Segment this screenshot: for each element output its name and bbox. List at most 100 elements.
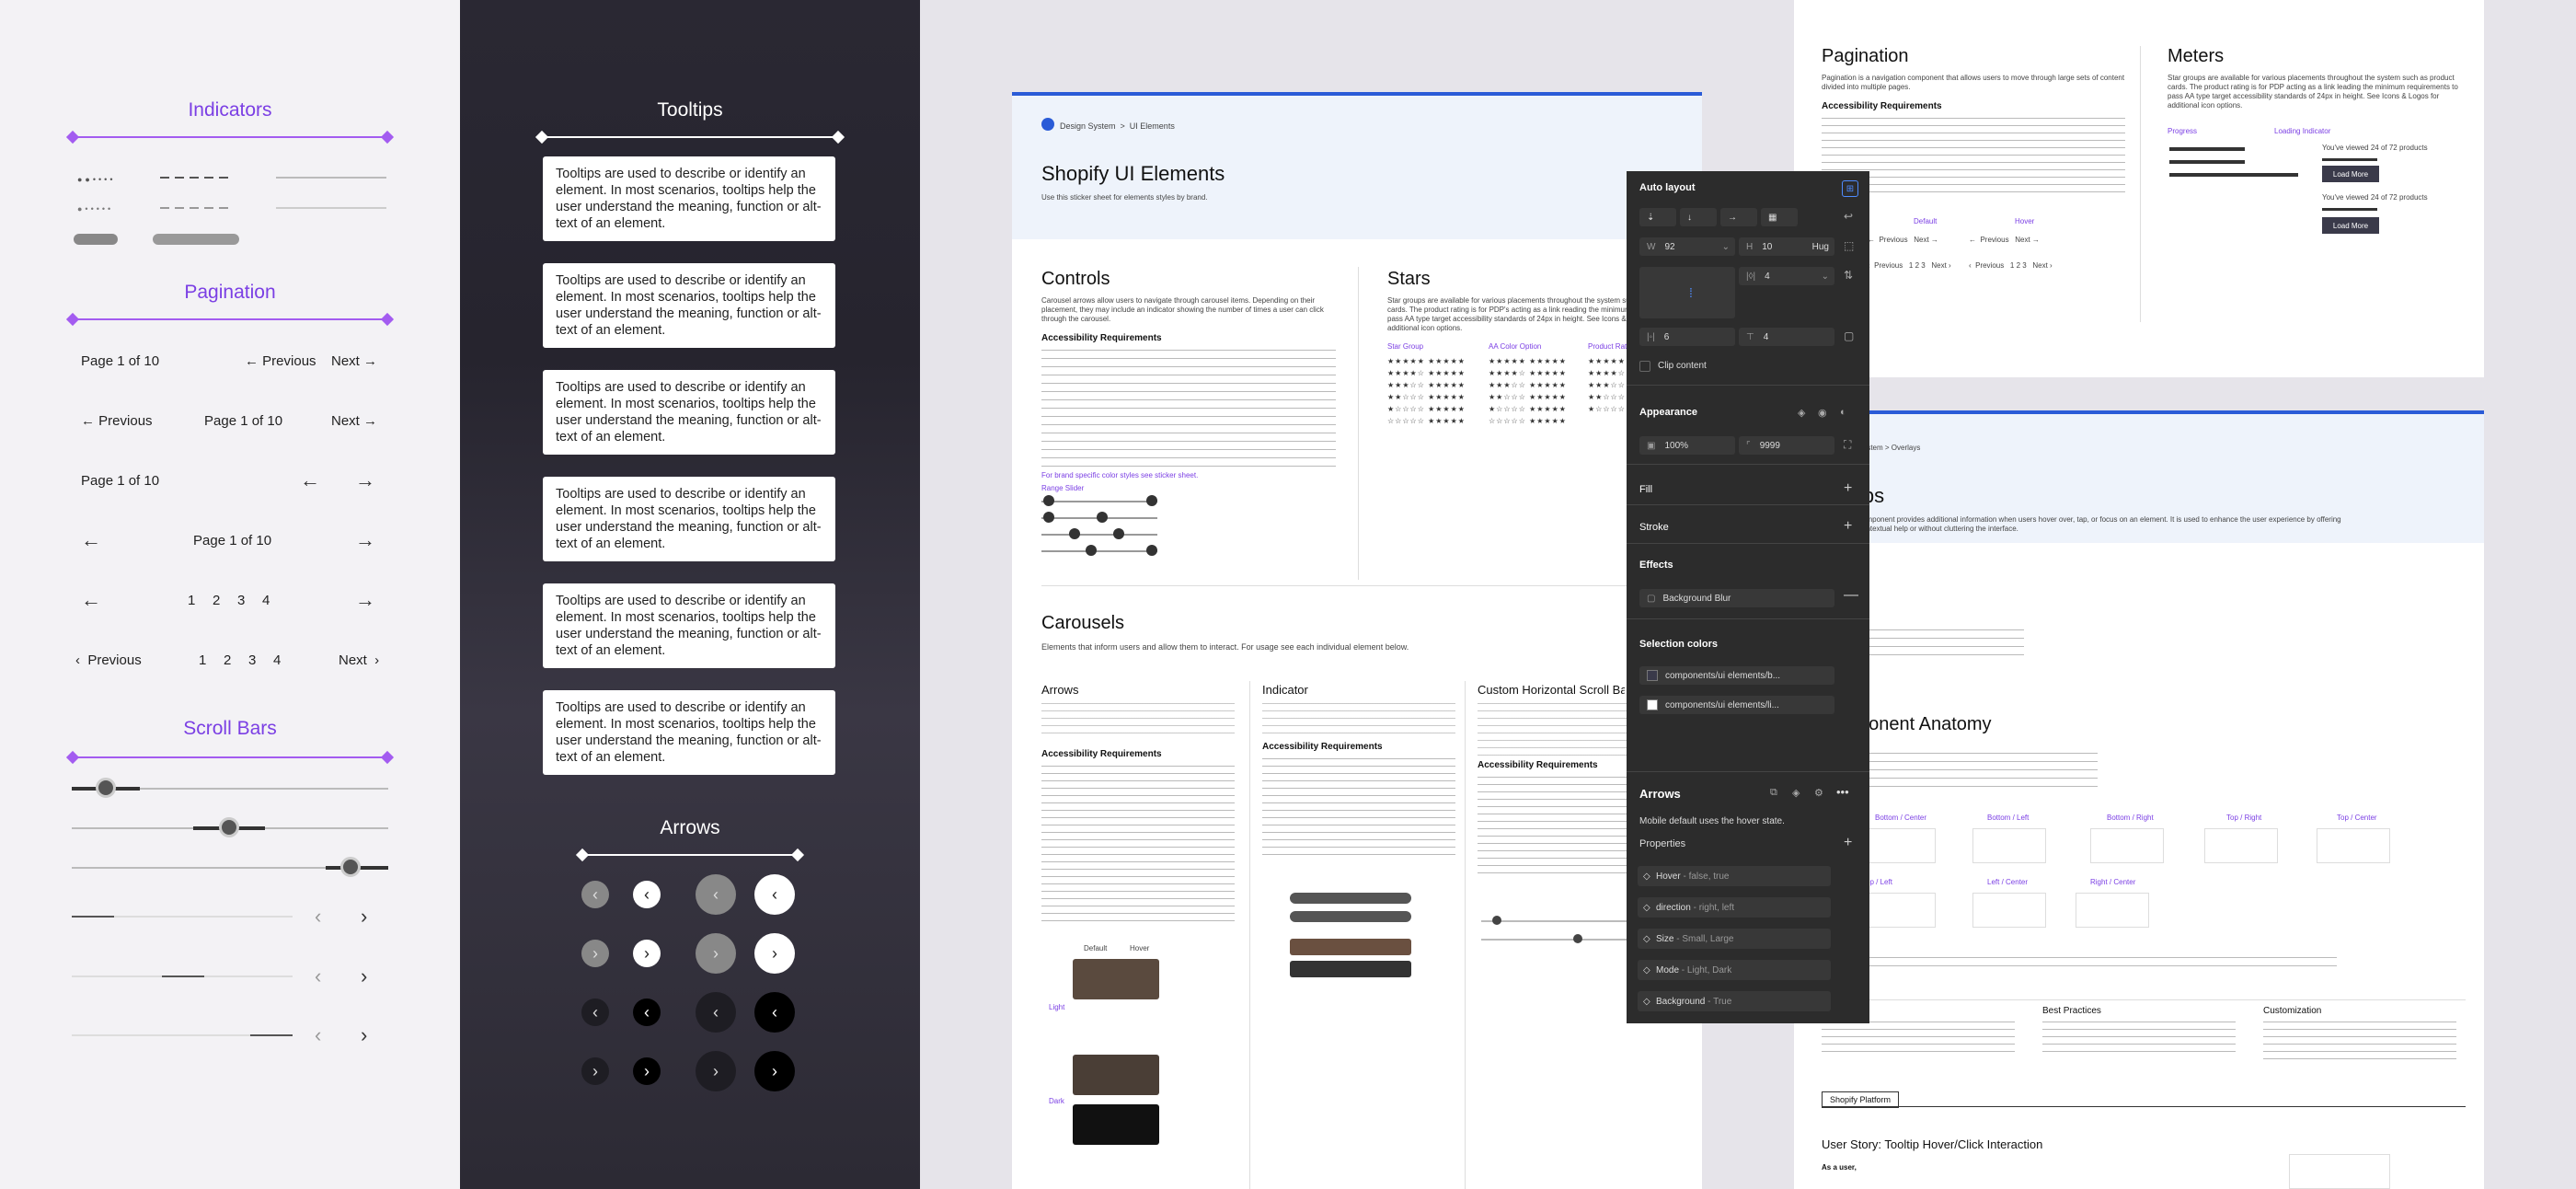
arrow-right-icon[interactable]: ›	[633, 940, 661, 967]
arrow-right-icon[interactable]: ›	[581, 1057, 609, 1085]
style-icon[interactable]: ◈	[1798, 407, 1805, 419]
remove-effect-icon[interactable]: —	[1844, 587, 1858, 604]
arrow-right-icon[interactable]: →	[355, 528, 375, 552]
gap-field[interactable]: |◊| 4 ⌄	[1739, 267, 1834, 285]
property-size[interactable]: Size - Small, Large	[1638, 929, 1831, 949]
chevron-right-icon[interactable]: ›	[361, 964, 367, 988]
page-numbers[interactable]: ‹ Previous 1 2 3 Next ›	[1868, 261, 1951, 271]
alignment-grid[interactable]: ⁞	[1639, 267, 1735, 318]
arrow-left-icon[interactable]: ←	[81, 528, 101, 552]
chevron-left-icon[interactable]: ‹	[315, 1023, 321, 1047]
arrow-right-icon[interactable]: ›	[581, 940, 609, 967]
brand-link[interactable]: For brand specific color styles see stic…	[1041, 471, 1198, 480]
arrow-right-icon[interactable]: ›	[696, 1051, 736, 1091]
add-property-icon[interactable]: +	[1844, 835, 1852, 851]
component-settings-icon[interactable]: ⚙	[1814, 787, 1823, 799]
arrow-left-icon[interactable]: ‹	[581, 881, 609, 908]
page-number[interactable]: 1	[199, 652, 206, 668]
padding-vertical-field[interactable]: ⊤ 4	[1739, 328, 1834, 346]
previous-link[interactable]: ← Previous Next →	[1969, 236, 2040, 245]
arrow-left-icon[interactable]: ←	[81, 588, 101, 612]
page-number[interactable]: 1	[188, 593, 195, 608]
width-field[interactable]: W 92 ⌄	[1639, 237, 1735, 256]
page-numbers[interactable]: ‹ Previous 1 2 3 Next ›	[1969, 261, 2053, 271]
add-fill-icon[interactable]: +	[1844, 480, 1852, 497]
previous-button[interactable]: ‹ Previous	[75, 652, 142, 668]
direction-vertical-icon[interactable]: ⇣	[1639, 208, 1676, 226]
chevron-right-icon[interactable]: ›	[361, 1023, 367, 1047]
scroll-thumb[interactable]	[96, 778, 116, 798]
page-number[interactable]: 3	[237, 593, 245, 608]
arrow-left-icon[interactable]: ‹	[581, 999, 609, 1026]
opacity-field[interactable]: ▣ 100%	[1639, 436, 1735, 455]
arrow-right-icon[interactable]: ›	[633, 1057, 661, 1085]
selection-color-1[interactable]: components/ui elements/b...	[1639, 666, 1834, 685]
direction-right-icon[interactable]: →	[1720, 208, 1757, 226]
arrow-left-icon[interactable]: ‹	[754, 992, 795, 1033]
arrow-left-icon[interactable]: ‹	[696, 874, 736, 915]
range-thumb[interactable]	[1086, 545, 1097, 556]
scroll-track[interactable]	[1481, 920, 1638, 922]
chevron-left-icon[interactable]: ‹	[315, 905, 321, 929]
next-button[interactable]: Next →	[331, 413, 377, 429]
direction-down-icon[interactable]: ↓	[1680, 208, 1717, 226]
page-number[interactable]: 3	[248, 652, 256, 668]
scroll-track[interactable]	[1481, 939, 1638, 941]
more-icon[interactable]: •••	[1836, 785, 1849, 799]
page-number[interactable]: 4	[273, 652, 281, 668]
arrow-left-icon[interactable]: ←	[300, 468, 320, 492]
add-stroke-icon[interactable]: +	[1844, 518, 1852, 535]
next-button[interactable]: Next ›	[339, 652, 379, 668]
height-field[interactable]: H 10 Hug	[1739, 237, 1834, 256]
padding-icon[interactable]: ▢	[1844, 329, 1854, 342]
arrow-right-icon[interactable]: ›	[696, 933, 736, 974]
range-thumb[interactable]	[1043, 512, 1054, 523]
padding-horizontal-field[interactable]: |◦| 6	[1639, 328, 1735, 346]
property-background[interactable]: Background - True	[1638, 991, 1831, 1011]
arrow-left-icon[interactable]: ‹	[633, 999, 661, 1026]
range-thumb[interactable]	[1043, 495, 1054, 506]
component-link-icon[interactable]: ⧉	[1770, 787, 1777, 799]
range-thumb[interactable]	[1146, 545, 1157, 556]
arrow-left-icon[interactable]: ‹	[754, 874, 795, 915]
scroll-thumb[interactable]	[340, 857, 361, 877]
range-thumb[interactable]	[1069, 528, 1080, 539]
arrow-right-icon[interactable]: ›	[754, 933, 795, 974]
scroll-thumb[interactable]	[1492, 916, 1501, 925]
page-number[interactable]: 2	[213, 593, 220, 608]
property-direction[interactable]: direction - right, left	[1638, 897, 1831, 918]
clip-content-checkbox[interactable]	[1639, 361, 1650, 372]
property-mode[interactable]: Mode - Light, Dark	[1638, 960, 1831, 980]
background-blur-effect[interactable]: ▢ Background Blur	[1639, 589, 1834, 607]
arrow-right-icon[interactable]: →	[355, 468, 375, 492]
blend-icon[interactable]: ◐	[1840, 407, 1846, 418]
previous-button[interactable]: ← Previous	[81, 413, 153, 429]
scroll-thumb[interactable]	[219, 817, 239, 837]
arrow-right-icon[interactable]: ›	[754, 1051, 795, 1091]
selection-color-2[interactable]: components/ui elements/li...	[1639, 696, 1834, 714]
load-more-button[interactable]: Load More	[2322, 166, 2379, 182]
arrow-left-icon[interactable]: ‹	[633, 881, 661, 908]
component-variant-icon[interactable]: ◈	[1792, 787, 1800, 799]
page-number[interactable]: 4	[262, 593, 270, 608]
wrap-icon[interactable]: ▦	[1761, 208, 1798, 226]
chevron-left-icon[interactable]: ‹	[315, 964, 321, 988]
previous-link[interactable]: ← Previous Next →	[1868, 236, 1938, 245]
spacing-icon[interactable]: ⇅	[1844, 269, 1853, 282]
wrap-toggle-icon[interactable]: ↩	[1844, 210, 1853, 223]
scroll-thumb[interactable]	[1573, 934, 1582, 943]
resize-icon[interactable]: ⬚	[1844, 239, 1854, 252]
previous-button[interactable]: ← Previous	[245, 353, 316, 369]
range-thumb[interactable]	[1097, 512, 1108, 523]
corner-radius-field[interactable]: ⌜ 9999	[1739, 436, 1834, 455]
next-button[interactable]: Next →	[331, 353, 377, 369]
arrow-left-icon[interactable]: ‹	[696, 992, 736, 1033]
range-thumb[interactable]	[1113, 528, 1124, 539]
range-track[interactable]	[1041, 501, 1157, 502]
eye-icon[interactable]: ◉	[1818, 407, 1827, 419]
corner-icon[interactable]: ⛶	[1844, 438, 1851, 452]
load-more-button[interactable]: Load More	[2322, 217, 2379, 234]
arrow-right-icon[interactable]: →	[355, 588, 375, 612]
page-number[interactable]: 2	[224, 652, 231, 668]
property-hover[interactable]: Hover - false, true	[1638, 866, 1831, 886]
